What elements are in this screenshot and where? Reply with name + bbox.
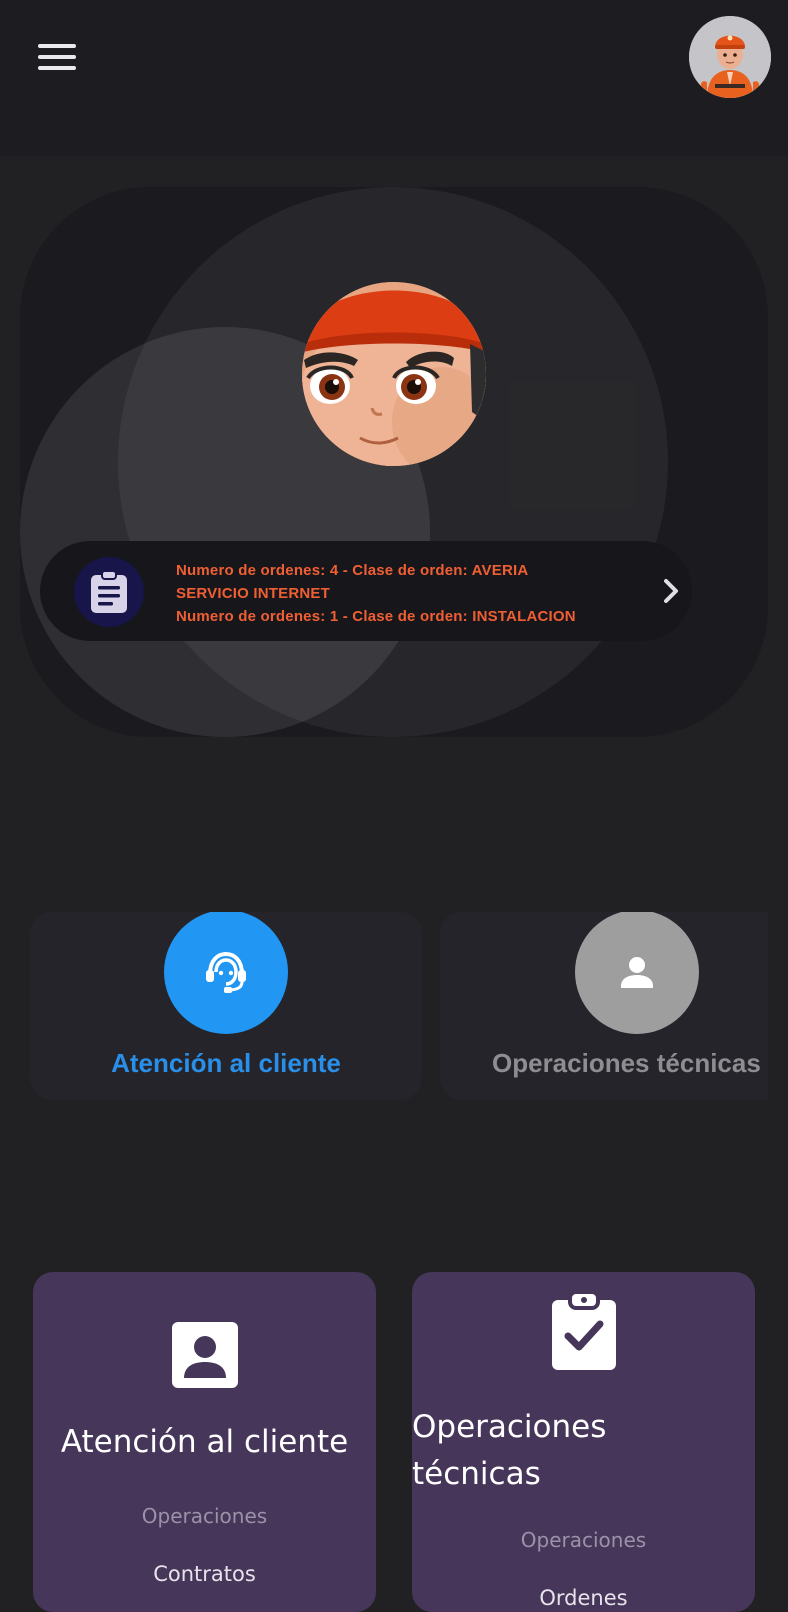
orders-summary-text: Numero de ordenes: 4 - Clase de orden: A… — [176, 559, 646, 628]
category-label: Operaciones técnicas — [492, 1048, 761, 1078]
contact-card-icon — [170, 1320, 240, 1390]
hamburger-menu-icon[interactable] — [36, 40, 78, 74]
clipboard-list-icon — [74, 557, 144, 627]
technician-avatar-image — [689, 16, 771, 98]
chevron-right-icon[interactable] — [656, 574, 686, 608]
tile-subtitle: Operaciones — [141, 1504, 268, 1528]
orders-summary-card[interactable]: Numero de ordenes: 4 - Clase de orden: A… — [40, 541, 692, 641]
app-bar — [0, 0, 788, 156]
tile-item-ordenes[interactable]: Ordenes — [412, 1586, 755, 1610]
technician-face-image — [302, 282, 486, 466]
orders-line: SERVICIO INTERNET — [176, 585, 330, 602]
tile-operaciones-tecnicas[interactable]: Operaciones técnicas Operaciones Ordenes — [412, 1272, 755, 1612]
tile-title: Atención al cliente — [60, 1424, 349, 1460]
category-label: Atención al cliente — [111, 1048, 341, 1078]
category-atencion-cliente[interactable]: Atención al cliente — [30, 912, 422, 1100]
profile-avatar[interactable] — [689, 16, 771, 98]
orders-line: Numero de ordenes: 4 - Clase de orden: A… — [176, 562, 529, 579]
tile-atencion-cliente[interactable]: Atención al cliente Operaciones Contrato… — [33, 1272, 376, 1612]
technician-portrait — [302, 282, 486, 466]
support-agent-icon — [164, 912, 288, 1034]
person-icon — [575, 912, 699, 1034]
tile-item-contratos[interactable]: Contratos — [33, 1562, 376, 1586]
tile-subtitle: Operaciones — [520, 1528, 647, 1552]
tile-title: Operaciones técnicas — [412, 1409, 607, 1492]
category-operaciones-tecnicas[interactable]: Operaciones técnicas — [440, 912, 768, 1100]
clipboard-check-icon — [548, 1286, 620, 1372]
orders-line: Numero de ordenes: 1 - Clase de orden: I… — [176, 608, 576, 625]
